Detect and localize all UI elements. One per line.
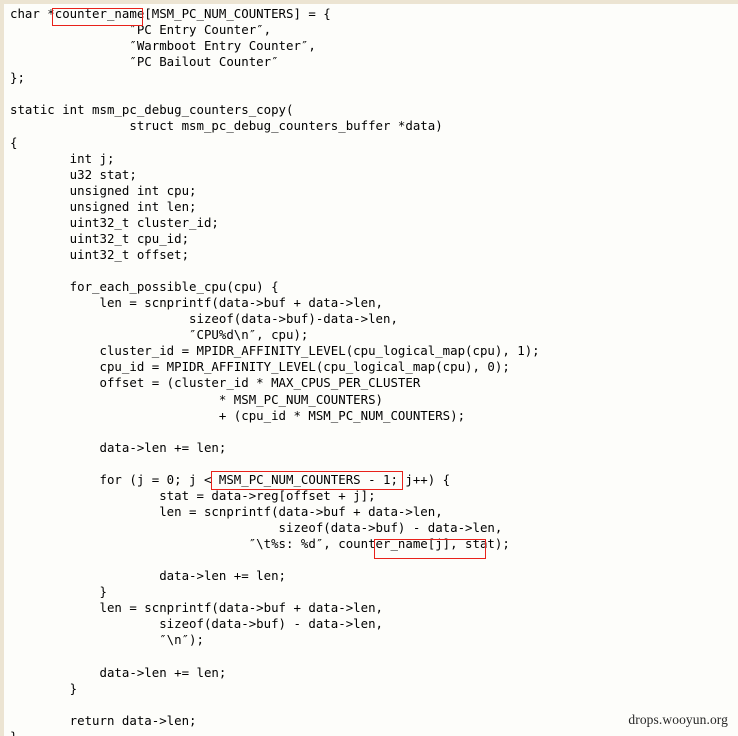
code-screenshot-page: char *counter_name[MSM_PC_NUM_COUNTERS] … bbox=[0, 0, 738, 736]
watermark-text: drops.wooyun.org bbox=[628, 712, 728, 727]
source-code-listing: char *counter_name[MSM_PC_NUM_COUNTERS] … bbox=[10, 6, 540, 736]
